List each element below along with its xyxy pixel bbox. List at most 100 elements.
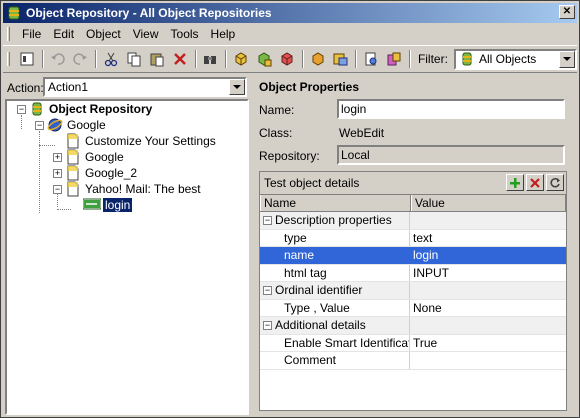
tree-line — [57, 193, 58, 207]
group-label: Additional details — [275, 318, 366, 332]
plus-icon — [510, 177, 520, 188]
grid-header: Name Value — [260, 195, 566, 212]
property-name: name — [260, 247, 410, 264]
group-label: Description properties — [275, 213, 392, 227]
table-row[interactable]: Enable Smart Identification True — [260, 334, 566, 352]
copy-icon[interactable] — [123, 48, 145, 70]
cut-icon[interactable] — [100, 48, 122, 70]
menu-object[interactable]: Object — [80, 26, 127, 42]
tree-page-label: Google — [85, 150, 124, 164]
object-repository-window: Object Repository - All Object Repositor… — [0, 0, 580, 418]
table-row[interactable]: type text — [260, 229, 566, 247]
property-value[interactable]: INPUT — [410, 265, 566, 282]
details-title: Test object details — [264, 176, 360, 190]
property-name: Enable Smart Identification — [260, 334, 410, 351]
refresh-icon — [550, 177, 560, 187]
group-row-additional[interactable]: − Additional details — [260, 317, 566, 335]
group-row-ordinal[interactable]: − Ordinal identifier — [260, 282, 566, 300]
filter-select[interactable]: All Objects — [453, 48, 577, 70]
remove-property-button[interactable] — [526, 174, 544, 191]
column-header-name[interactable]: Name — [260, 195, 411, 211]
tree-line — [21, 115, 22, 129]
property-value[interactable]: None — [410, 300, 566, 317]
undo-icon[interactable] — [47, 48, 69, 70]
details-header: Test object details — [260, 172, 566, 194]
expand-toggle[interactable]: + — [53, 169, 62, 178]
tree-node-page[interactable]: Google — [65, 149, 124, 165]
tree-node-root[interactable]: Object Repository — [29, 101, 152, 117]
highlight-icon[interactable] — [276, 48, 298, 70]
chevron-down-icon[interactable] — [229, 79, 245, 95]
title-bar[interactable]: Object Repository - All Object Repositor… — [3, 3, 577, 23]
add-objects-icon[interactable] — [230, 48, 252, 70]
table-row-selected[interactable]: name login — [260, 247, 566, 265]
object-repository-icon — [29, 101, 45, 117]
toolbar-separator — [41, 50, 44, 68]
property-value[interactable]: login — [410, 247, 566, 264]
toolbar-separator — [225, 50, 228, 68]
action-value: Action1 — [48, 80, 89, 94]
menu-tools[interactable]: Tools — [165, 26, 205, 42]
close-button[interactable]: ✕ — [559, 5, 575, 19]
repository-label: Repository: — [259, 149, 320, 163]
name-field[interactable]: login — [337, 99, 565, 119]
object-tree-pane: Action: Action1 − Object Repository − Go… — [3, 75, 249, 415]
delete-icon[interactable] — [169, 48, 191, 70]
menu-view[interactable]: View — [127, 26, 165, 42]
tree-node-page[interactable]: Yahoo! Mail: The best — [65, 181, 201, 197]
locate-icon[interactable] — [307, 48, 329, 70]
menu-file[interactable]: File — [16, 26, 47, 42]
page-icon — [65, 165, 81, 181]
refresh-button[interactable] — [546, 174, 564, 191]
column-header-value[interactable]: Value — [411, 195, 566, 211]
action-select[interactable]: Action1 — [43, 77, 247, 97]
collapse-toggle[interactable]: − — [35, 121, 44, 130]
filter-icon — [459, 51, 475, 67]
tree-line — [57, 209, 71, 210]
group-row-description[interactable]: − Description properties — [260, 212, 566, 230]
add-property-button[interactable] — [506, 174, 524, 191]
expand-toggle[interactable]: + — [53, 153, 62, 162]
object-properties-pane: Object Properties Name: login Class: Web… — [253, 75, 577, 415]
toolbar-separator — [194, 50, 197, 68]
merge-icon[interactable] — [383, 48, 405, 70]
toolbar: Filter: All Objects — [3, 45, 577, 73]
filter-value: All Objects — [478, 52, 537, 66]
table-row[interactable]: Type , Value None — [260, 299, 566, 317]
menu-edit[interactable]: Edit — [47, 26, 80, 42]
class-value: WebEdit — [339, 126, 385, 140]
export-icon[interactable] — [330, 48, 352, 70]
tree-node-browser[interactable]: Google — [47, 117, 106, 133]
table-row[interactable]: Comment — [260, 352, 566, 370]
collapse-toggle[interactable]: − — [17, 105, 26, 114]
properties-grid[interactable]: Name Value − Description properties type … — [260, 194, 566, 410]
table-row[interactable]: html tag INPUT — [260, 264, 566, 282]
tree-node-page[interactable]: Customize Your Settings — [65, 133, 216, 149]
redo-icon[interactable] — [70, 48, 92, 70]
tree-node-webedit[interactable]: login — [82, 197, 133, 213]
collapse-toggle[interactable]: − — [263, 321, 272, 331]
paste-icon[interactable] — [146, 48, 168, 70]
property-value[interactable] — [410, 352, 566, 369]
remove-icon — [530, 177, 540, 188]
find-icon[interactable] — [200, 48, 222, 70]
update-objects-icon[interactable] — [253, 48, 275, 70]
object-spy-icon[interactable] — [360, 48, 382, 70]
properties-title: Object Properties — [259, 80, 360, 94]
class-label: Class: — [259, 126, 293, 140]
chevron-down-icon[interactable] — [558, 50, 575, 68]
repository-field: Local — [337, 145, 565, 165]
object-properties-icon[interactable] — [16, 48, 38, 70]
collapse-toggle[interactable]: − — [263, 216, 272, 226]
object-tree[interactable]: − Object Repository − Google Customize Y… — [5, 99, 249, 415]
collapse-toggle[interactable]: − — [53, 185, 62, 194]
property-name: Comment — [260, 352, 410, 369]
property-value[interactable]: text — [410, 230, 566, 247]
filter-label: Filter: — [417, 52, 448, 66]
menu-help[interactable]: Help — [205, 26, 242, 42]
property-value[interactable]: True — [410, 335, 566, 352]
window-title: Object Repository - All Object Repositor… — [26, 6, 272, 20]
collapse-toggle[interactable]: − — [263, 286, 272, 296]
tree-line — [39, 145, 55, 146]
tree-node-page[interactable]: Google_2 — [65, 165, 137, 181]
